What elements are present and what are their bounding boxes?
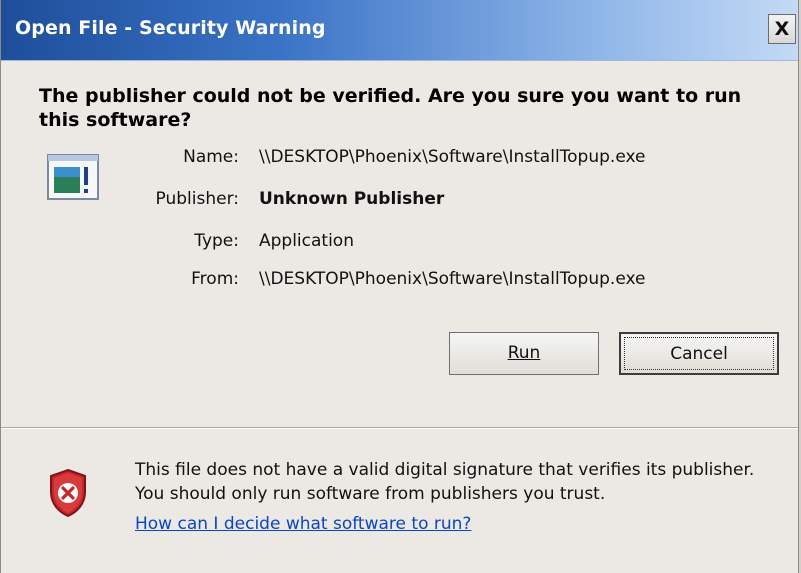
application-file-icon: [47, 154, 99, 200]
run-button[interactable]: Run: [449, 332, 599, 375]
window-title: Open File - Security Warning: [15, 17, 326, 39]
warning-message: This file does not have a valid digital …: [135, 460, 755, 504]
from-label: From:: [191, 269, 239, 289]
cancel-button-focus-ring: Cancel: [624, 337, 774, 370]
dialog-heading: The publisher could not be verified. Are…: [39, 85, 742, 131]
publisher-value: Unknown Publisher: [259, 189, 445, 209]
cancel-button[interactable]: Cancel: [619, 332, 779, 375]
close-button[interactable]: X: [768, 14, 796, 44]
cancel-button-label: Cancel: [670, 344, 728, 364]
security-warning-dialog: Open File - Security Warning X The publi…: [0, 0, 799, 573]
from-value: \\DESKTOP\Phoenix\Software\InstallTopup.…: [259, 269, 646, 289]
name-value: \\DESKTOP\Phoenix\Software\InstallTopup.…: [259, 147, 646, 167]
type-value: Application: [259, 231, 354, 251]
publisher-label: Publisher:: [155, 189, 239, 209]
run-button-label: Run: [507, 343, 541, 363]
title-bar[interactable]: Open File - Security Warning X: [1, 0, 798, 61]
type-label: Type:: [194, 231, 239, 251]
security-shield-error-icon: [50, 468, 86, 518]
name-label: Name:: [183, 147, 239, 167]
help-link[interactable]: How can I decide what software to run?: [135, 514, 471, 534]
